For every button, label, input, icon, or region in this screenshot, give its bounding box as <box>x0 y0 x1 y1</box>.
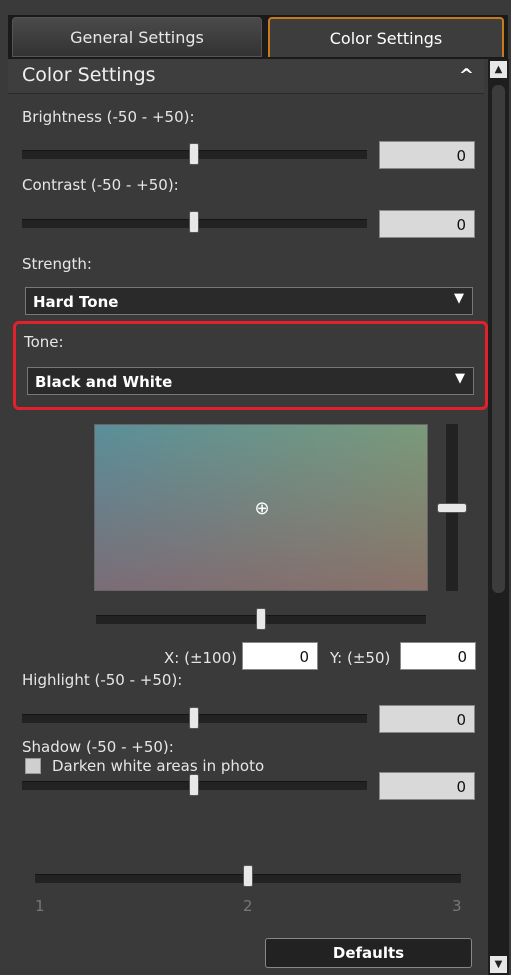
brightness-value-field[interactable]: 0 <box>379 141 475 169</box>
tone-highlight-frame <box>13 321 488 410</box>
tab-general-settings[interactable]: General Settings <box>12 17 262 57</box>
scale-tick-label: 2 <box>243 897 253 915</box>
x-coordinate-field[interactable]: 0 <box>242 642 318 670</box>
highlight-value-field[interactable]: 0 <box>379 705 475 733</box>
scroll-down-arrow-icon[interactable]: ▼ <box>490 956 507 973</box>
strength-label: Strength: <box>22 255 92 273</box>
chevron-up-icon[interactable]: ^ <box>459 65 474 86</box>
section-title: Color Settings <box>22 64 156 86</box>
section-header[interactable]: Color Settings ^ <box>8 59 484 94</box>
scale-tick-label: 3 <box>452 897 462 915</box>
vertical-scrollbar[interactable]: ▲ ▼ <box>488 59 509 975</box>
scale-tick-label: 1 <box>35 897 45 915</box>
crosshair-target-icon[interactable]: ⊕ <box>252 498 272 519</box>
scrollbar-thumb[interactable] <box>492 85 505 593</box>
contrast-label: Contrast (-50 - +50): <box>22 176 179 194</box>
dropdown-arrow-icon: ▼ <box>455 371 465 386</box>
contrast-slider-thumb[interactable] <box>189 211 199 233</box>
settings-panel: Color Settings ^ Brightness (-50 - +50):… <box>8 59 488 975</box>
y-coordinate-label: Y: (±50) <box>330 649 391 667</box>
brightness-label: Brightness (-50 - +50): <box>22 108 195 126</box>
shadow-slider-thumb[interactable] <box>189 774 199 796</box>
highlight-label: Highlight (-50 - +50): <box>22 671 183 689</box>
darken-white-areas-checkbox[interactable] <box>25 758 41 774</box>
defaults-button[interactable]: Defaults <box>265 938 472 968</box>
tab-color-settings[interactable]: Color Settings <box>268 17 504 57</box>
tone-selected-value: Black and White <box>35 373 173 391</box>
color-settings-window: General Settings Color Settings Color Se… <box>0 0 511 975</box>
tab-bar: General Settings Color Settings <box>8 15 508 59</box>
x-coordinate-label: X: (±100) <box>164 649 238 667</box>
y-coordinate-field[interactable]: 0 <box>400 642 476 670</box>
shadow-label: Shadow (-50 - +50): <box>22 738 174 756</box>
highlight-slider-thumb[interactable] <box>189 707 199 729</box>
darken-scale-slider-thumb[interactable] <box>243 865 253 887</box>
color-adjustment-grid[interactable]: ⊕ <box>94 424 428 591</box>
dropdown-arrow-icon: ▼ <box>454 291 464 306</box>
scroll-up-arrow-icon[interactable]: ▲ <box>490 61 507 78</box>
x-horizontal-slider-thumb[interactable] <box>256 608 266 630</box>
strength-dropdown[interactable]: Hard Tone ▼ <box>25 287 473 315</box>
strength-selected-value: Hard Tone <box>33 293 119 311</box>
shadow-value-field[interactable]: 0 <box>379 772 475 800</box>
contrast-value-field[interactable]: 0 <box>379 210 475 238</box>
y-vertical-slider-thumb[interactable] <box>437 503 467 513</box>
tone-dropdown[interactable]: Black and White ▼ <box>27 367 474 395</box>
tone-label: Tone: <box>24 333 64 351</box>
brightness-slider-thumb[interactable] <box>189 143 199 165</box>
darken-white-areas-label: Darken white areas in photo <box>52 757 265 775</box>
